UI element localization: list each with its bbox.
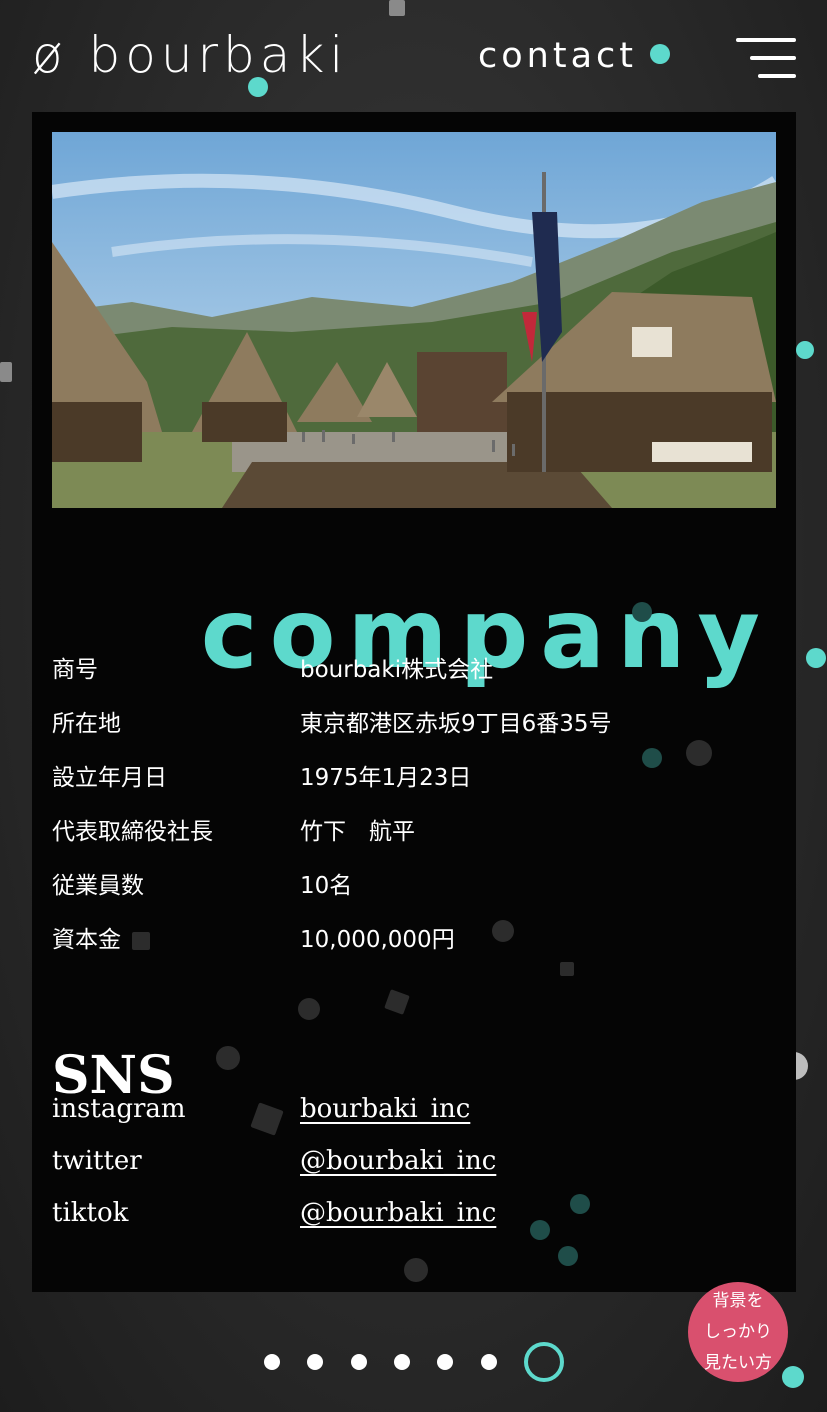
info-value: 竹下 航平 — [300, 819, 415, 845]
info-value: 東京都港区赤坂9丁目6番35号 — [300, 711, 612, 737]
sns-list: instagram bourbaki_inc twitter @bourbaki… — [52, 1090, 752, 1246]
info-label: 所在地 — [52, 711, 121, 737]
page-pagination — [262, 1340, 582, 1384]
particle — [298, 998, 320, 1020]
info-row: 商号 bourbaki株式会社 — [52, 642, 752, 696]
hamburger-menu-icon[interactable] — [736, 38, 796, 80]
particle — [560, 962, 574, 976]
pager-dot[interactable] — [437, 1354, 453, 1370]
sns-row-twitter: twitter @bourbaki_inc — [52, 1142, 752, 1194]
particle — [216, 1046, 240, 1070]
particle — [686, 740, 712, 766]
sns-label: instagram — [52, 1094, 186, 1124]
particle — [132, 932, 150, 950]
pager-dot[interactable] — [307, 1354, 323, 1370]
show-background-button[interactable]: 背景を しっかり 見たい方 — [688, 1282, 788, 1382]
sns-row-tiktok: tiktok @bourbaki_inc — [52, 1194, 752, 1246]
pager-dot[interactable] — [351, 1354, 367, 1370]
content-panel: company 商号 bourbaki株式会社 所在地 東京都港区赤坂9丁目6番… — [32, 112, 796, 1292]
particle — [384, 989, 410, 1015]
sns-label: tiktok — [52, 1198, 129, 1228]
info-label: 代表取締役社長 — [52, 819, 213, 845]
info-value: bourbaki株式会社 — [300, 657, 494, 683]
particle — [404, 1258, 428, 1282]
site-header: ø bourbaki contact — [0, 0, 827, 112]
pager-dot[interactable] — [481, 1354, 497, 1370]
particle — [796, 341, 814, 359]
particle — [558, 1246, 578, 1266]
info-row: 所在地 東京都港区赤坂9丁目6番35号 — [52, 696, 752, 750]
pager-dot-active[interactable] — [524, 1342, 564, 1382]
particle — [632, 602, 652, 622]
tiktok-link[interactable]: @bourbaki_inc — [300, 1198, 496, 1228]
particle — [0, 362, 12, 382]
info-value: 1975年1月23日 — [300, 765, 472, 791]
info-label: 従業員数 — [52, 873, 144, 899]
info-label: 資本金 — [52, 927, 121, 953]
pager-dot[interactable] — [264, 1354, 280, 1370]
info-row: 代表取締役社長 竹下 航平 — [52, 804, 752, 858]
village-photo — [52, 132, 776, 508]
instagram-link[interactable]: bourbaki_inc — [300, 1094, 470, 1124]
company-info-table: 商号 bourbaki株式会社 所在地 東京都港区赤坂9丁目6番35号 設立年月… — [52, 642, 752, 966]
toggle-line: しっかり — [704, 1322, 772, 1342]
info-value: 10名 — [300, 873, 353, 899]
site-logo[interactable]: ø bourbaki — [32, 26, 348, 84]
info-label: 商号 — [52, 657, 98, 683]
twitter-link[interactable]: @bourbaki_inc — [300, 1146, 496, 1176]
info-value: 10,000,000円 — [300, 927, 455, 953]
pager-dot[interactable] — [394, 1354, 410, 1370]
sns-label: twitter — [52, 1146, 142, 1176]
info-label: 設立年月日 — [52, 765, 167, 791]
contact-link[interactable]: contact — [478, 36, 637, 76]
toggle-line: 見たい方 — [704, 1353, 772, 1373]
particle — [570, 1194, 590, 1214]
info-row: 従業員数 10名 — [52, 858, 752, 912]
sns-row-instagram: instagram bourbaki_inc — [52, 1090, 752, 1142]
toggle-line: 背景を — [712, 1291, 764, 1311]
hero-image — [52, 132, 776, 508]
particle — [806, 648, 826, 668]
particle — [530, 1220, 550, 1240]
particle — [642, 748, 662, 768]
particle — [492, 920, 514, 942]
info-row: 資本金 10,000,000円 — [52, 912, 752, 966]
